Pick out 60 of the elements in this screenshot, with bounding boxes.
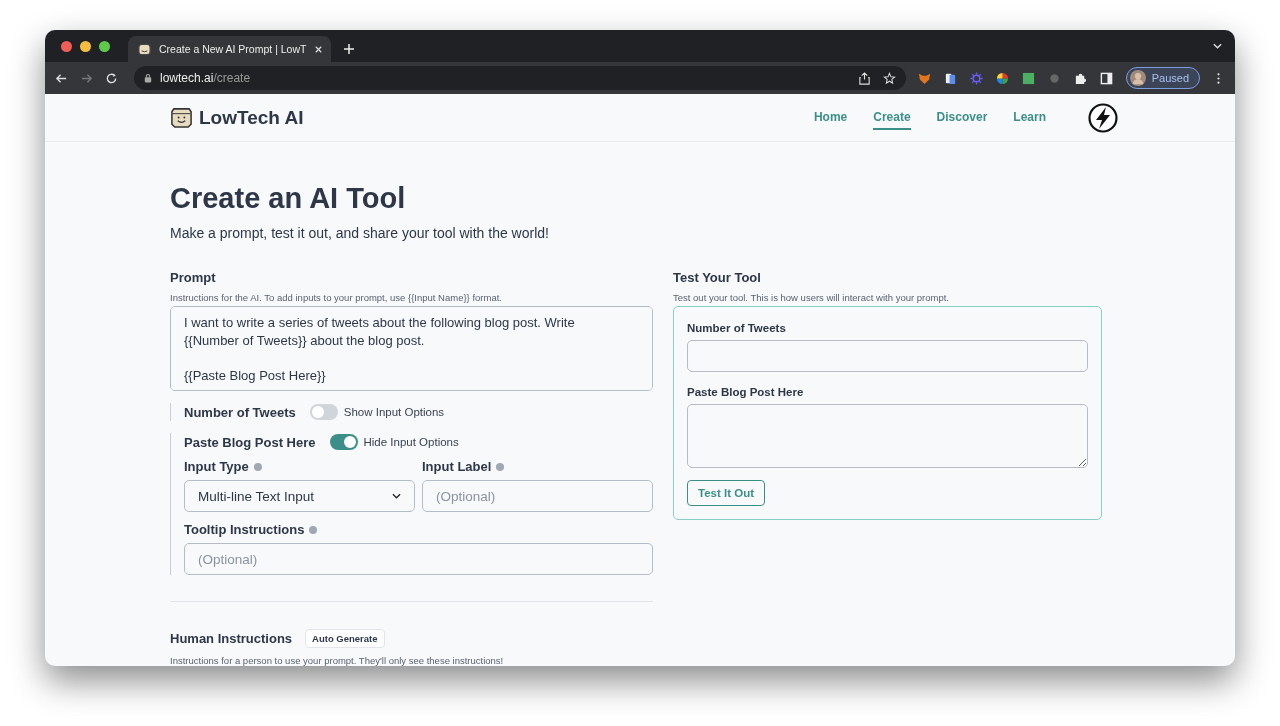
info-icon	[496, 462, 505, 471]
tab-list-icon[interactable]	[1212, 42, 1223, 50]
color-wheel-extension-icon[interactable]	[996, 71, 1010, 85]
documents-extension-icon[interactable]	[944, 71, 958, 85]
input-label-field[interactable]: (Optional)	[422, 480, 653, 512]
side-panel-icon[interactable]	[1100, 71, 1114, 85]
lock-icon	[144, 73, 152, 83]
close-window-button[interactable]	[61, 40, 72, 52]
close-tab-icon[interactable]	[314, 44, 324, 54]
nav-link[interactable]: Create	[873, 105, 911, 130]
page-title: Create an AI Tool	[170, 182, 407, 215]
robot-logo-icon	[170, 106, 193, 129]
test-field-label: Paste Blog Post Here	[687, 386, 805, 398]
sun-extension-icon[interactable]	[970, 71, 984, 85]
zoom-window-button[interactable]	[99, 40, 110, 52]
nav-link[interactable]: Home	[813, 105, 848, 130]
test-input-field[interactable]	[687, 340, 1088, 372]
toggle-switch[interactable]	[329, 434, 358, 450]
input-type-label: Input Type	[184, 459, 249, 474]
prompt-label: Prompt	[170, 270, 217, 285]
test-it-out-button[interactable]: Test It Out	[687, 480, 765, 506]
profile-button[interactable]: Paused	[1125, 67, 1200, 89]
input-name: Paste Blog Post Here	[184, 434, 316, 450]
reload-icon[interactable]	[105, 71, 118, 85]
toggle-switch[interactable]	[309, 404, 338, 420]
address-bar[interactable]: lowtech.ai/create	[134, 66, 906, 90]
lightning-bolt-icon[interactable]	[1088, 102, 1118, 133]
nav-link[interactable]: Discover	[936, 105, 988, 130]
input-name: Number of Tweets	[184, 404, 296, 420]
human-instructions-hint: Instructions for a person to use your prompt. They'll only see these instructions!	[170, 655, 505, 666]
bookmark-star-icon[interactable]	[882, 71, 896, 85]
human-instructions-label: Human Instructions	[170, 631, 293, 646]
fox-extension-icon[interactable]	[918, 71, 932, 85]
tooltip-instructions-field[interactable]: (Optional)	[184, 543, 653, 575]
auto-generate-button[interactable]: Auto Generate	[305, 629, 385, 648]
input-type-dropdown[interactable]: Multi-line Text Input	[184, 480, 415, 512]
square-extension-icon[interactable]	[1022, 71, 1036, 85]
minimize-window-button[interactable]	[80, 40, 91, 52]
tooltip-instructions-label: Tooltip Instructions	[184, 522, 305, 537]
page-subtitle: Make a prompt, test it out, and share your tool with the world!	[170, 225, 550, 241]
info-icon	[253, 462, 262, 471]
caret-icon	[392, 493, 401, 499]
test-title: Test Your Tool	[673, 270, 762, 285]
share-icon[interactable]	[857, 71, 871, 85]
info-icon	[309, 525, 318, 534]
new-tab-icon[interactable]	[343, 43, 356, 55]
prompt-field[interactable]: I want to write a series of tweets about the following blog post. Write {{Number of Tweets}} about the blog post. {{Paste Blog Post Here}}	[170, 306, 653, 391]
test-field-label: Number of Tweets	[687, 322, 787, 334]
toggle-label: Hide Input Options	[363, 436, 459, 448]
favicon-icon	[138, 42, 151, 56]
url-text: lowtech.ai/create	[160, 71, 251, 85]
test-hint: Test out your tool. This is how users will interact with your prompt.	[673, 292, 950, 303]
toggle-label: Show Input Options	[343, 406, 445, 418]
browser-tab[interactable]: Create a New AI Prompt | LowT	[128, 36, 332, 62]
prompt-hint: Instructions for the AI. To add inputs to your prompt, use {{Input Name}} format.	[170, 292, 503, 303]
input-label-label: Input Label	[422, 459, 492, 474]
avatar-icon	[1129, 70, 1146, 86]
nav-link[interactable]: Learn	[1013, 105, 1046, 130]
brand-name: LowTech AI	[199, 106, 304, 129]
puzzle-extensions-icon[interactable]	[1074, 71, 1088, 85]
